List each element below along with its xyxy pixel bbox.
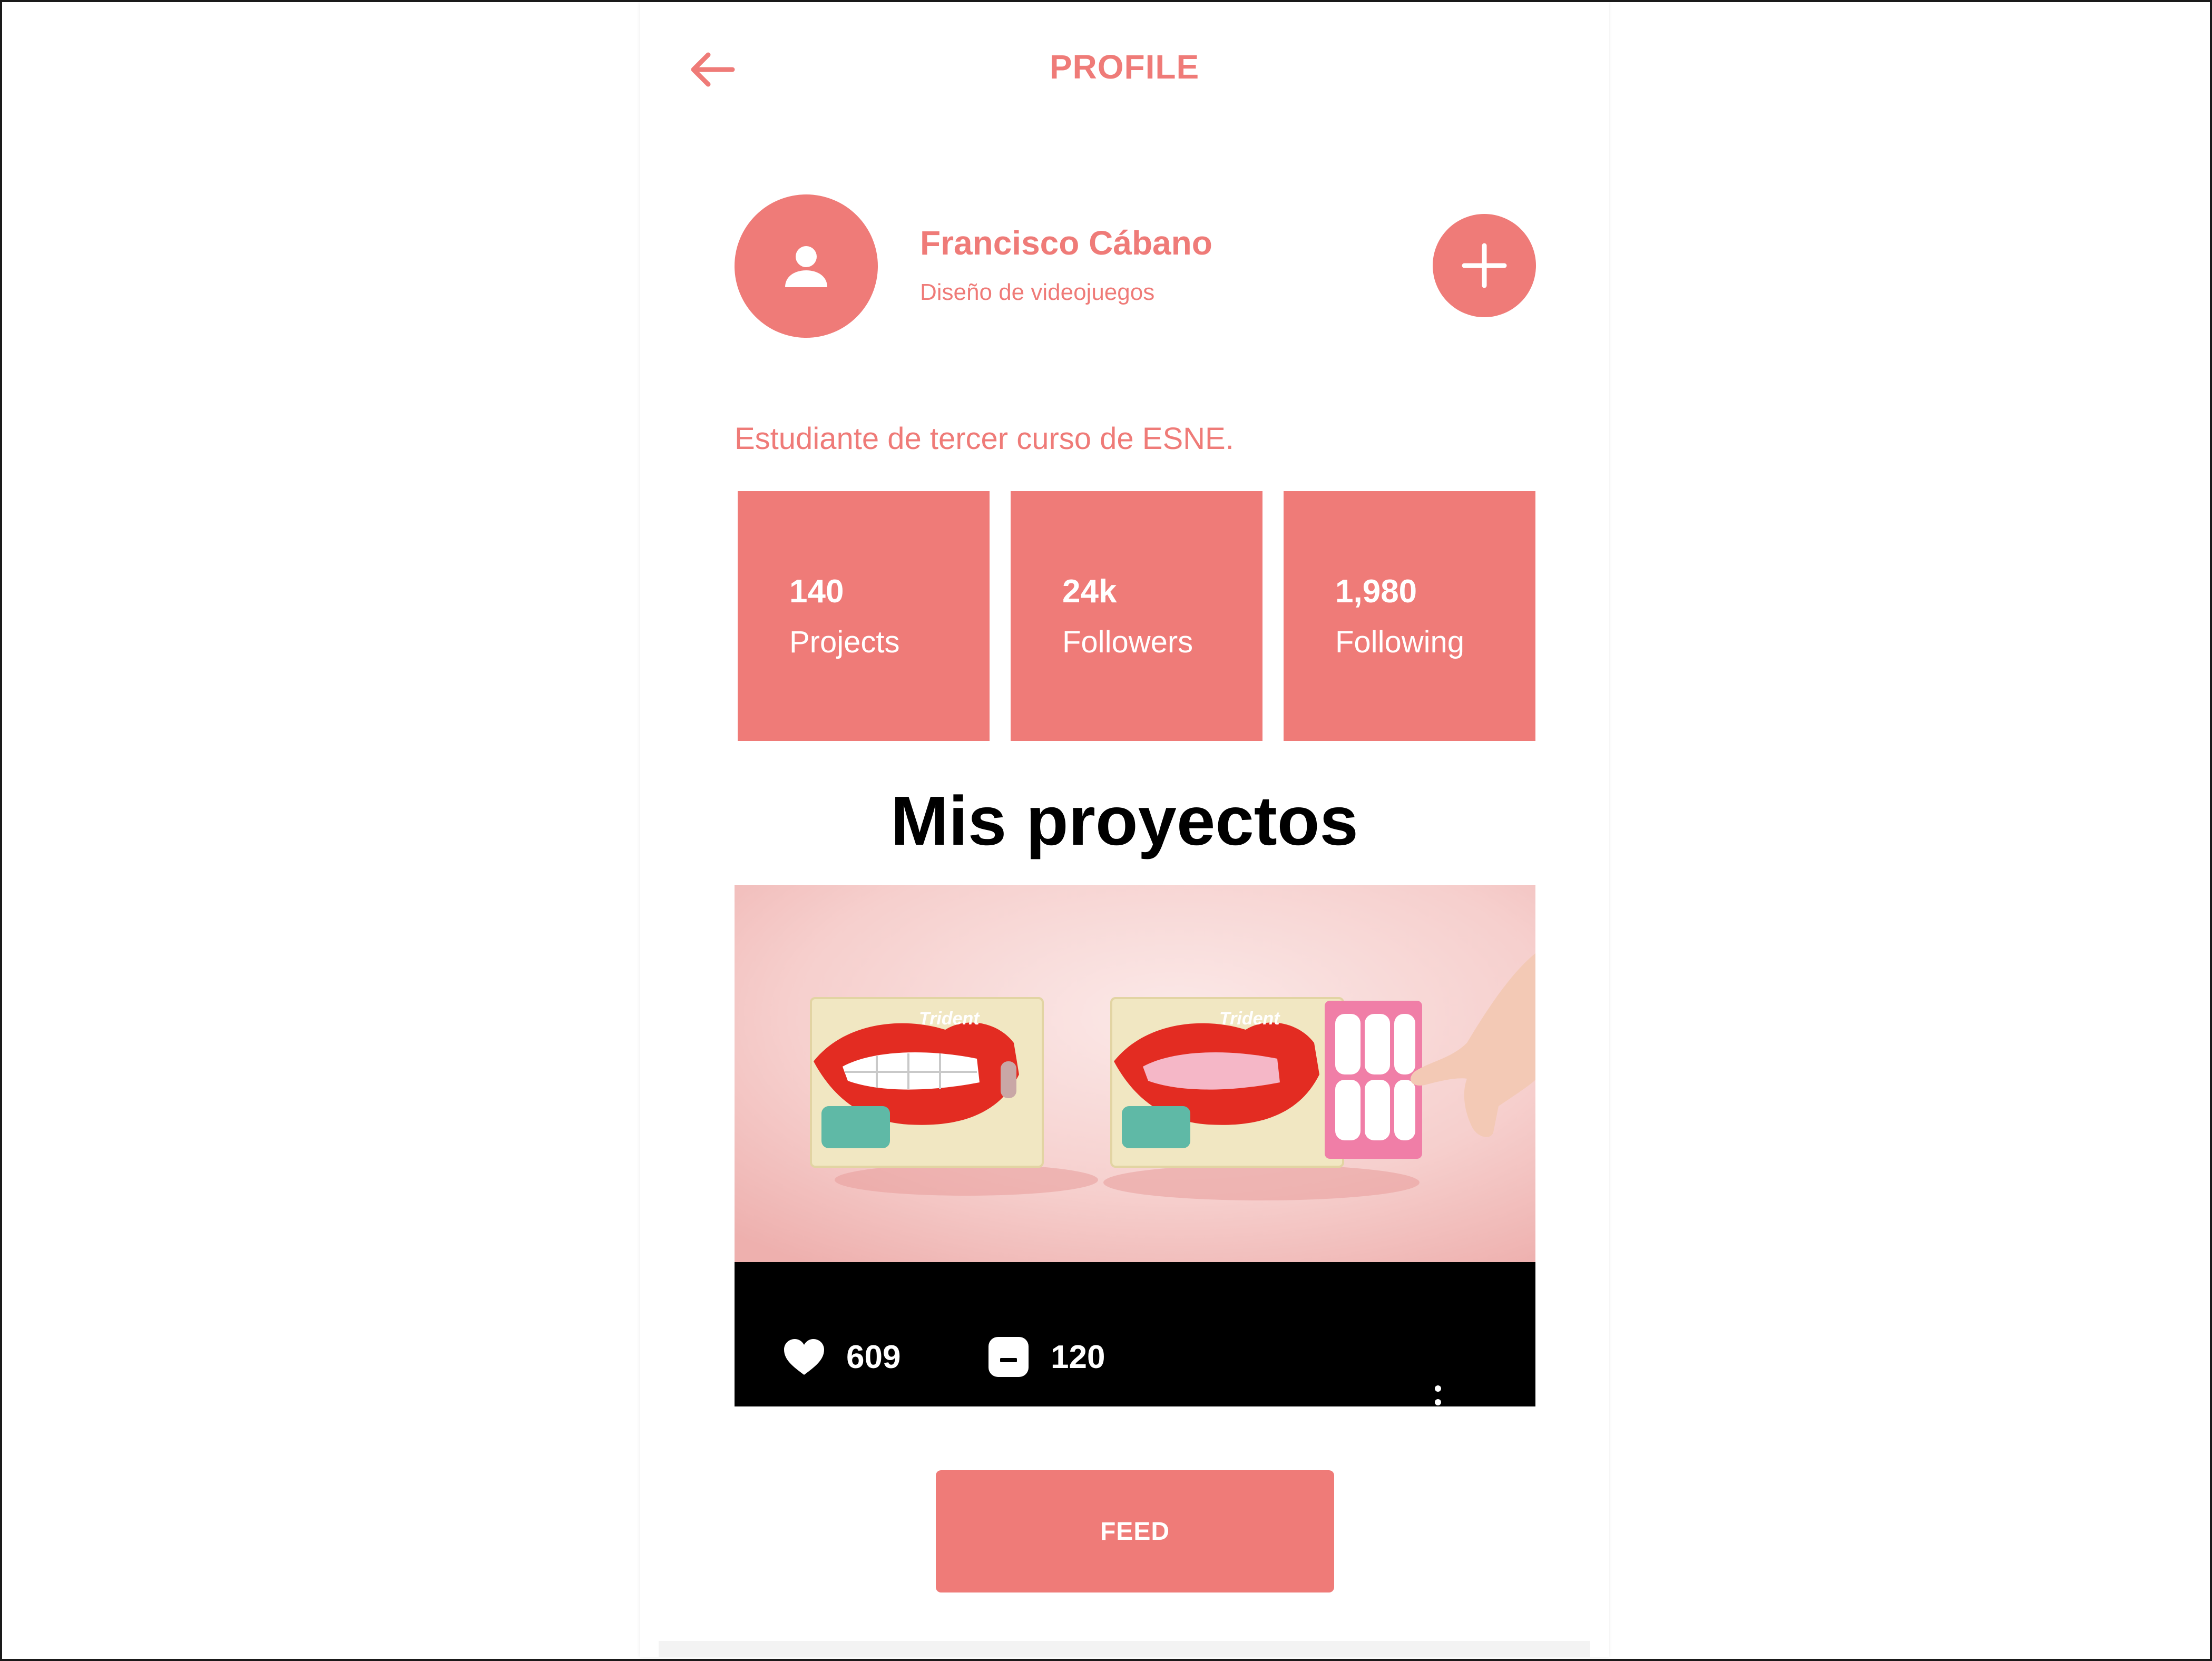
project-footer: 609 120 xyxy=(735,1262,1535,1406)
comment-count: 120 xyxy=(1051,1338,1105,1375)
section-title: Mis proyectos xyxy=(890,782,1358,859)
heart-icon xyxy=(784,1339,824,1375)
feed-button[interactable]: FEED xyxy=(936,1470,1334,1592)
like-button[interactable]: 609 xyxy=(783,1336,901,1378)
project-image[interactable]: Trident Trident xyxy=(735,885,1535,1262)
person-icon xyxy=(785,246,827,287)
phone-screen: PROFILE Francisco Cábano Diseño de video… xyxy=(640,2,1609,1657)
avatar[interactable] xyxy=(735,194,878,338)
stats-row: 140 Projects 24k Followers 1,980 Followi… xyxy=(738,491,1535,741)
stat-following[interactable]: 1,980 Following xyxy=(1284,491,1535,741)
stat-value: 140 xyxy=(789,573,844,610)
stat-value: 1,980 xyxy=(1335,573,1417,610)
stat-value: 24k xyxy=(1062,573,1117,610)
bottom-bar xyxy=(659,1641,1590,1657)
brand-text: Trident xyxy=(1219,1009,1280,1029)
user-role: Diseño de videojuegos xyxy=(920,279,1155,305)
page-title: PROFILE xyxy=(1049,48,1200,86)
project-thumbnail: Trident Trident xyxy=(735,885,1535,1262)
stat-label: Followers xyxy=(1062,625,1193,659)
stat-followers[interactable]: 24k Followers xyxy=(1011,491,1262,741)
add-button[interactable] xyxy=(1433,214,1536,317)
comment-icon xyxy=(988,1337,1029,1377)
project-card: Trident Trident 609 120 xyxy=(735,885,1535,1406)
more-options-button[interactable] xyxy=(1430,1384,1446,1406)
plus-icon xyxy=(1462,243,1507,288)
stat-label: Following xyxy=(1335,625,1464,659)
bio-text: Estudiante de tercer curso de ESNE. xyxy=(735,422,1234,456)
more-vertical-icon xyxy=(1435,1385,1441,1405)
screenshot-frame: PROFILE Francisco Cábano Diseño de video… xyxy=(0,0,2212,1661)
stat-projects[interactable]: 140 Projects xyxy=(738,491,990,741)
stat-label: Projects xyxy=(789,625,900,659)
like-count: 609 xyxy=(846,1338,901,1375)
brand-text: Trident xyxy=(919,1009,980,1029)
comment-button[interactable]: 120 xyxy=(987,1336,1105,1378)
user-name: Francisco Cábano xyxy=(920,224,1212,262)
